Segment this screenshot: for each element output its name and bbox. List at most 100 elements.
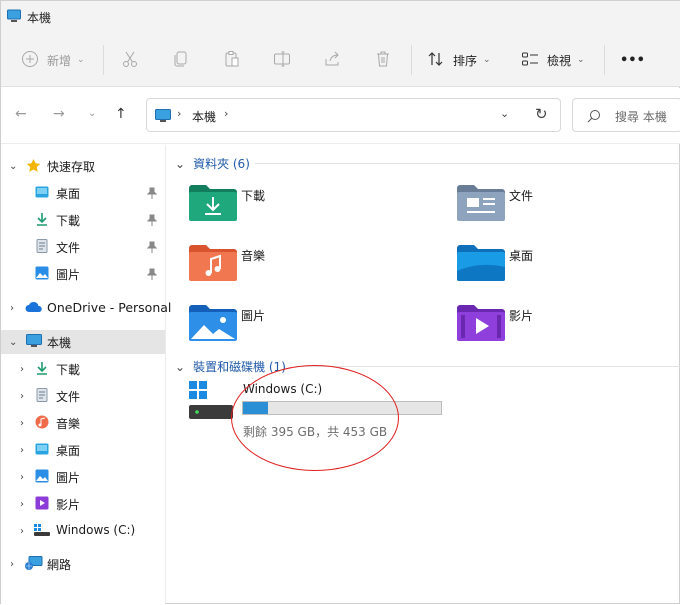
chevron-right-icon[interactable]: › — [20, 499, 24, 510]
content-pane: ⌄資料夾 (6) 下載 文件 音樂 桌面 圖片 影片 ⌄裝置和磁碟機 (1) — [167, 145, 680, 605]
view-button[interactable]: 檢視 ⌄ — [521, 47, 585, 73]
sidebar-item-pc-videos[interactable]: › 影片 — [1, 492, 165, 516]
sort-icon — [427, 50, 445, 71]
folder-desktop[interactable]: 桌面 — [457, 245, 657, 293]
sidebar-item-onedrive[interactable]: › OneDrive - Personal — [1, 296, 171, 320]
video-folder-icon — [457, 305, 505, 345]
chevron-right-icon[interactable]: › — [20, 418, 24, 429]
folder-music[interactable]: 音樂 — [189, 245, 389, 293]
sidebar-item-downloads[interactable]: 下載 — [1, 208, 165, 232]
drive-icon — [189, 381, 233, 427]
toolbar-divider — [604, 45, 605, 75]
chevron-right-icon[interactable]: › — [20, 472, 24, 483]
download-folder-icon — [189, 185, 237, 225]
group-divider — [295, 366, 680, 367]
chevron-right-icon[interactable]: › — [10, 303, 14, 314]
refresh-icon[interactable]: ↻ — [535, 105, 548, 123]
share-button[interactable] — [323, 47, 341, 73]
pin-icon[interactable] — [146, 187, 158, 202]
sidebar-item-label: 下載 — [56, 214, 81, 228]
new-button[interactable]: 新增 ⌄ — [21, 47, 85, 73]
breadcrumb-this-pc[interactable]: 本機 — [192, 108, 216, 125]
folder-downloads[interactable]: 下載 — [189, 185, 389, 233]
folder-label: 下載 — [241, 189, 266, 203]
folders-group-header[interactable]: ⌄ 資料夾 (6) — [175, 155, 250, 172]
sidebar-item-pc-music[interactable]: › 音樂 — [1, 411, 165, 435]
sidebar-item-label: 影片 — [56, 498, 81, 512]
chevron-right-icon[interactable]: › — [10, 559, 14, 570]
breadcrumb-chevron-icon: › — [224, 107, 229, 120]
pin-icon[interactable] — [146, 241, 158, 256]
sort-button[interactable]: 排序 ⌄ — [427, 47, 491, 73]
sidebar-item-pc-downloads[interactable]: › 下載 — [1, 357, 165, 381]
command-bar: 新增 ⌄ 排序 ⌄ 檢視 ⌄ ••• — [1, 31, 680, 87]
recent-locations-chevron-icon[interactable]: ⌄ — [88, 108, 96, 119]
document-icon — [35, 388, 49, 405]
scissors-icon — [121, 50, 139, 71]
copy-icon — [172, 50, 190, 71]
chevron-down-icon[interactable]: ⌄ — [9, 161, 17, 172]
download-icon — [35, 212, 49, 229]
delete-button[interactable] — [374, 47, 392, 73]
chevron-down-icon: ⌄ — [577, 55, 585, 65]
folder-label: 文件 — [509, 189, 534, 203]
sidebar-item-pc-drive-c[interactable]: › Windows (C:) — [1, 519, 165, 543]
up-arrow-icon[interactable]: ↑ — [115, 106, 127, 122]
rename-button[interactable] — [273, 47, 291, 73]
sidebar-item-pictures[interactable]: 圖片 — [1, 262, 165, 286]
sidebar-item-label: 文件 — [56, 390, 81, 404]
folders-group-label: 資料夾 (6) — [193, 157, 250, 171]
download-icon — [35, 361, 49, 378]
sort-button-label: 排序 — [453, 53, 478, 68]
chevron-down-icon: ⌄ — [77, 55, 85, 65]
copy-button[interactable] — [172, 47, 190, 73]
sidebar-item-network[interactable]: › 網路 — [1, 552, 165, 576]
sidebar-item-pc-pictures[interactable]: › 圖片 — [1, 465, 165, 489]
folder-label: 音樂 — [241, 249, 266, 263]
sidebar-item-desktop[interactable]: 桌面 — [1, 181, 165, 205]
this-pc-icon — [7, 8, 21, 27]
sidebar-item-label: 桌面 — [56, 444, 81, 458]
paste-button[interactable] — [223, 47, 241, 73]
search-icon — [587, 108, 601, 127]
sidebar-item-pc-desktop[interactable]: › 桌面 — [1, 438, 165, 462]
picture-icon — [35, 266, 49, 283]
sidebar-item-label: 網路 — [47, 558, 72, 572]
chevron-down-icon[interactable]: ⌄ — [9, 337, 17, 348]
more-options-button[interactable]: ••• — [620, 47, 645, 73]
trash-icon — [374, 50, 392, 71]
search-box[interactable]: 搜尋 本機 — [572, 98, 680, 132]
view-list-icon — [521, 50, 539, 71]
chevron-right-icon[interactable]: › — [20, 391, 24, 402]
sidebar-item-quick-access[interactable]: ⌄ 快速存取 — [1, 154, 165, 178]
desktop-icon — [35, 442, 49, 459]
folder-label: 桌面 — [509, 249, 534, 263]
folder-videos[interactable]: 影片 — [457, 305, 657, 353]
this-pc-icon — [26, 334, 42, 351]
forward-arrow-icon[interactable]: → — [53, 106, 65, 122]
folder-documents[interactable]: 文件 — [457, 185, 657, 233]
rename-icon — [273, 50, 291, 71]
sidebar-item-documents[interactable]: 文件 — [1, 235, 165, 259]
back-arrow-icon[interactable]: ← — [15, 106, 27, 122]
cut-button[interactable] — [121, 47, 139, 73]
pin-icon[interactable] — [146, 268, 158, 283]
sidebar-item-label: 圖片 — [56, 268, 81, 282]
sidebar-item-pc-documents[interactable]: › 文件 — [1, 384, 165, 408]
pin-icon[interactable] — [146, 214, 158, 229]
new-button-label: 新增 — [47, 53, 72, 68]
address-bar[interactable]: › 本機 › ⌄ ↻ — [146, 98, 561, 132]
title-bar: 本機 — [1, 1, 680, 31]
folder-pictures[interactable]: 圖片 — [189, 305, 389, 353]
sidebar-item-this-pc[interactable]: ⌄ 本機 — [1, 330, 165, 354]
desktop-folder-icon — [457, 245, 505, 285]
chevron-right-icon[interactable]: › — [20, 445, 24, 456]
desktop-icon — [35, 185, 49, 202]
chevron-right-icon[interactable]: › — [20, 526, 24, 537]
address-dropdown-chevron-icon[interactable]: ⌄ — [500, 107, 509, 120]
sidebar-item-label: 圖片 — [56, 471, 81, 485]
sidebar-item-label: OneDrive - Personal — [47, 300, 172, 315]
highlight-annotation-circle — [231, 365, 399, 471]
chevron-right-icon[interactable]: › — [20, 364, 24, 375]
toolbar-divider — [411, 45, 412, 75]
